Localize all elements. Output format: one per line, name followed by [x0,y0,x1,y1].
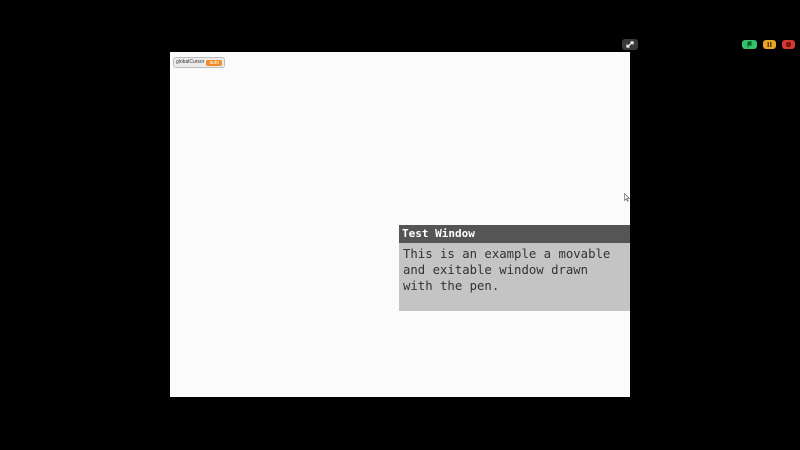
fullscreen-arrows-icon [626,41,634,48]
window-body: This is an example a movable and exitabl… [399,243,630,294]
fullscreen-button[interactable] [622,39,638,50]
mouse-pointer-icon [624,193,630,202]
window-body-line: with the pen. [403,279,500,293]
stop-icon [786,42,791,47]
test-window[interactable]: Test Window This is an example a movable… [399,225,630,311]
window-body-line: and exitable window drawn [403,263,589,277]
player-controls [0,39,800,51]
green-flag-icon [747,41,753,48]
variable-name: globalCursor [176,59,205,65]
stage[interactable]: globalCursor auto Test Window This is an… [170,52,630,397]
stop-button[interactable] [782,40,795,49]
pause-icon [767,42,772,47]
window-titlebar[interactable]: Test Window [399,225,630,243]
green-flag-button[interactable] [742,40,757,49]
variable-monitor[interactable]: globalCursor auto [173,57,226,68]
window-body-line: This is an example a movable [403,247,611,261]
player-root: globalCursor auto Test Window This is an… [0,0,800,450]
pause-button[interactable] [763,40,776,49]
variable-value: auto [206,59,223,66]
